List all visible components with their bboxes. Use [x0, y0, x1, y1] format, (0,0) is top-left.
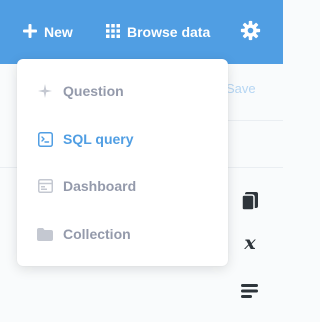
new-button-label: New	[44, 24, 73, 40]
menu-item-collection[interactable]: Collection	[17, 214, 228, 254]
menu-item-question[interactable]: Question	[17, 71, 228, 111]
book-icon	[241, 191, 259, 216]
grid-icon	[106, 23, 120, 41]
browse-data-label: Browse data	[127, 24, 211, 40]
browse-data-button[interactable]: Browse data	[106, 22, 210, 42]
variables-button[interactable]: x	[239, 232, 261, 258]
snippet-lines-icon	[241, 283, 259, 304]
dashboard-icon	[37, 178, 53, 194]
menu-item-dashboard[interactable]: Dashboard	[17, 166, 228, 206]
data-reference-button[interactable]	[239, 191, 261, 216]
new-button[interactable]: New	[23, 22, 73, 42]
svg-text:x: x	[243, 233, 256, 253]
plus-icon	[23, 23, 37, 41]
top-nav-bar: New Browse data	[0, 0, 283, 64]
sql-terminal-icon	[37, 131, 53, 147]
folder-icon	[37, 226, 53, 242]
variable-x-icon: x	[240, 232, 260, 258]
menu-item-sql-query[interactable]: SQL query	[17, 119, 228, 159]
save-button[interactable]: Save	[226, 81, 256, 96]
new-menu-dropdown: Question SQL query Dashboard Collection	[17, 59, 228, 266]
sparkle-icon	[37, 83, 53, 99]
settings-button[interactable]	[240, 20, 261, 44]
divider	[228, 120, 283, 121]
gear-icon	[240, 20, 261, 44]
snippets-button[interactable]	[239, 282, 261, 304]
